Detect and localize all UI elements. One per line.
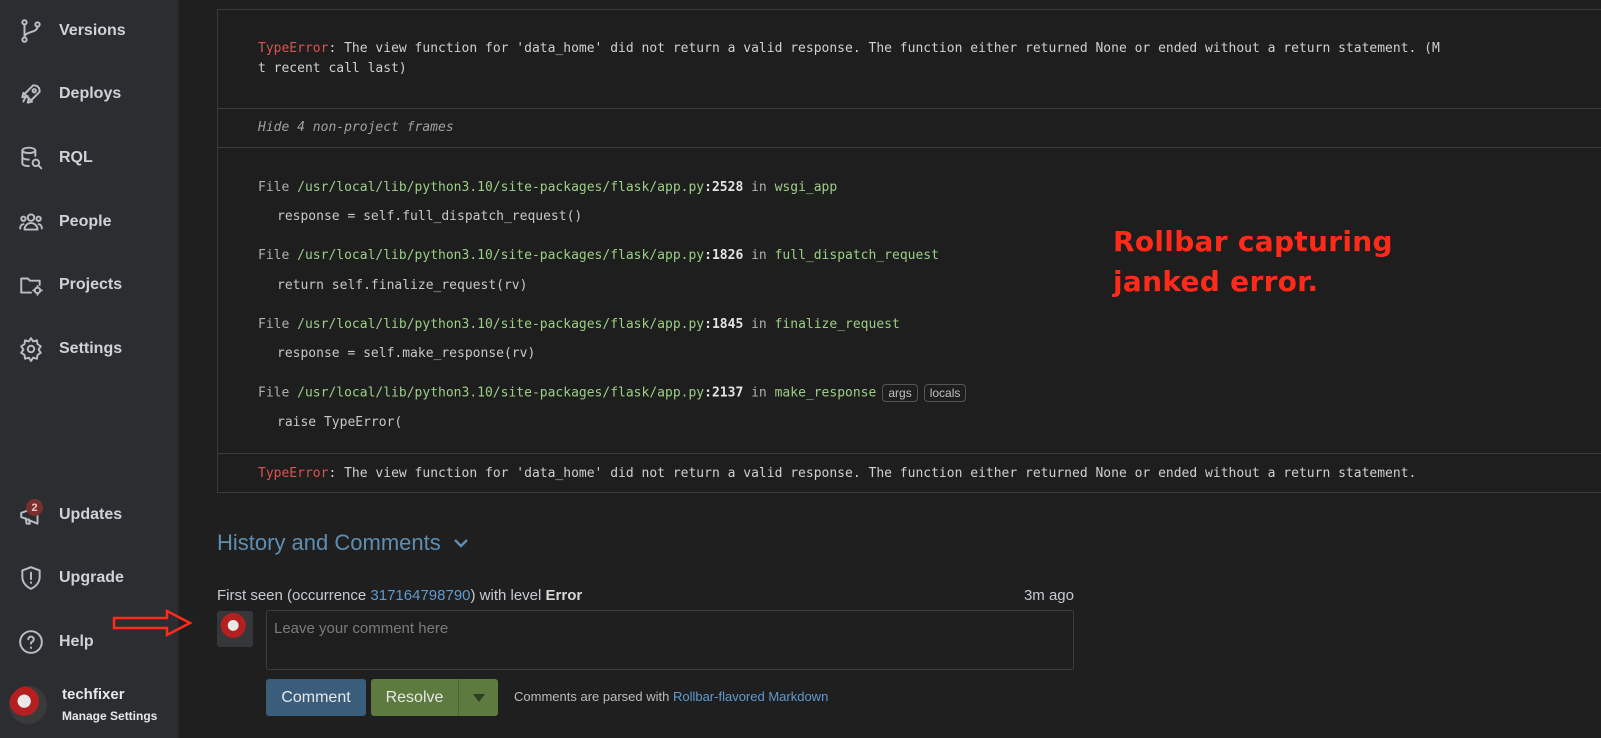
in-keyword: in (751, 180, 767, 195)
level-label: Error (545, 587, 583, 604)
sidebar-item-deploys[interactable]: Deploys (0, 66, 179, 122)
timestamp: 3m ago (1023, 587, 1074, 604)
annotation-line: Rollbar capturing (1113, 225, 1393, 258)
sidebar-item-rql[interactable]: RQL (0, 130, 179, 186)
file-keyword: File (258, 180, 290, 195)
stack-frame[interactable]: File /usr/local/lib/python3.10/site-pack… (258, 317, 900, 332)
folder-gear-icon (17, 271, 45, 299)
file-path: /usr/local/lib/python3.10/site-packages/… (297, 317, 705, 332)
in-keyword: in (751, 385, 767, 401)
user-menu[interactable]: techfixer Manage Settings (0, 682, 179, 738)
sidebar-item-updates[interactable]: 2 Updates (0, 487, 179, 543)
file-path: /usr/local/lib/python3.10/site-packages/… (297, 180, 705, 195)
file-path: /usr/local/lib/python3.10/site-packages/… (297, 248, 705, 263)
sidebar-item-label: Updates (59, 506, 123, 523)
file-keyword: File (258, 317, 290, 332)
gear-icon (17, 335, 45, 363)
in-keyword: in (751, 248, 767, 263)
people-icon (17, 208, 45, 236)
hide-frames-toggle[interactable]: Hide 4 non-project frames (258, 120, 454, 135)
occurrence-link[interactable]: 317164798790 (370, 587, 470, 604)
file-path: /usr/local/lib/python3.10/site-packages/… (297, 385, 705, 401)
first-seen-row: First seen (occurrence 317164798790) wit… (217, 587, 1074, 604)
comment-button[interactable]: Comment (266, 679, 366, 716)
in-keyword: in (751, 317, 767, 332)
database-search-icon (17, 144, 45, 172)
help-icon (17, 628, 45, 656)
function-name: wsgi_app (774, 180, 838, 195)
sidebar-item-versions[interactable]: Versions (0, 3, 179, 59)
sidebar-item-label: People (59, 213, 112, 230)
line-number: :1845 (704, 317, 744, 332)
branch-icon (17, 17, 45, 45)
sidebar-item-label: Upgrade (59, 569, 124, 586)
code-line: return self.finalize_request(rv) (277, 278, 528, 293)
line-number: :1826 (704, 248, 744, 263)
function-name: make_response (774, 385, 877, 401)
first-seen-text: First seen (occurrence 317164798790) wit… (217, 587, 582, 604)
args-chip[interactable]: args (882, 384, 918, 402)
code-line: response = self.make_response(rv) (277, 346, 536, 361)
traceback-footer: TypeError: The view function for 'data_h… (258, 466, 1416, 481)
red-arrow-annotation (112, 608, 193, 638)
comment-placeholder: Leave your comment here (274, 620, 449, 637)
section-title: History and Comments (217, 530, 441, 555)
file-keyword: File (258, 385, 290, 401)
markdown-link[interactable]: Rollbar-flavored Markdown (673, 689, 828, 704)
resolve-button[interactable]: Resolve (371, 679, 458, 716)
comment-input[interactable]: Leave your comment here (266, 610, 1074, 670)
caret-down-icon (472, 693, 485, 702)
error-message-cont: t recent call last) (258, 61, 407, 76)
rocket-icon (17, 80, 45, 108)
history-comments-toggle[interactable]: History and Comments (217, 530, 471, 556)
annotation-line: janked error. (1113, 265, 1319, 298)
markdown-prefix: Comments are parsed with (514, 689, 673, 704)
annotation-text: Rollbar capturing janked error. (1113, 222, 1393, 302)
line-number: :2528 (704, 180, 744, 195)
stack-frame[interactable]: File /usr/local/lib/python3.10/site-pack… (258, 384, 967, 402)
function-name: full_dispatch_request (774, 248, 939, 263)
sidebar-item-label: RQL (59, 149, 93, 166)
markdown-note: Comments are parsed with Rollbar-flavore… (514, 689, 828, 704)
line-number: :2137 (704, 385, 744, 401)
traceback-header: TypeError: The view function for 'data_h… (258, 41, 1440, 56)
updates-badge: 2 (26, 499, 43, 516)
chevron-down-icon (453, 539, 468, 548)
file-keyword: File (258, 248, 290, 263)
sidebar-item-projects[interactable]: Projects (0, 257, 179, 313)
sidebar-item-upgrade[interactable]: Upgrade (0, 550, 179, 606)
resolve-dropdown-button[interactable] (458, 679, 498, 716)
locals-chip[interactable]: locals (923, 384, 967, 402)
shield-icon (17, 564, 45, 592)
manage-settings-link[interactable]: Manage Settings (62, 709, 157, 723)
user-name: techfixer (62, 686, 125, 703)
traceback-panel: TypeError: The view function for 'data_h… (217, 9, 1601, 493)
stack-frame[interactable]: File /usr/local/lib/python3.10/site-pack… (258, 248, 939, 263)
first-seen-prefix: First seen (occurrence (217, 587, 371, 604)
divider (218, 108, 1601, 109)
sidebar-item-label: Help (59, 633, 94, 650)
sidebar-item-label: Versions (59, 22, 126, 39)
sidebar-item-label: Deploys (59, 85, 122, 102)
user-avatar (9, 686, 47, 724)
error-type: TypeError (258, 41, 329, 56)
sidebar-item-people[interactable]: People (0, 194, 179, 250)
error-type: TypeError (258, 466, 329, 481)
sidebar-item-label: Projects (59, 276, 123, 293)
traceback-header-cont: t recent call last) (258, 61, 407, 76)
sidebar-item-label: Settings (59, 340, 123, 357)
code-line: raise TypeError( (277, 415, 403, 430)
error-message: : The view function for 'data_home' did … (328, 466, 1417, 481)
stack-frame[interactable]: File /usr/local/lib/python3.10/site-pack… (258, 180, 837, 195)
divider (218, 453, 1601, 454)
sidebar-item-settings[interactable]: Settings (0, 321, 179, 377)
first-seen-mid: ) with level (470, 587, 546, 604)
comment-avatar (217, 611, 253, 647)
divider (218, 147, 1601, 148)
error-message: : The view function for 'data_home' did … (328, 41, 1440, 56)
function-name: finalize_request (774, 317, 900, 332)
code-line: response = self.full_dispatch_request() (277, 209, 583, 224)
